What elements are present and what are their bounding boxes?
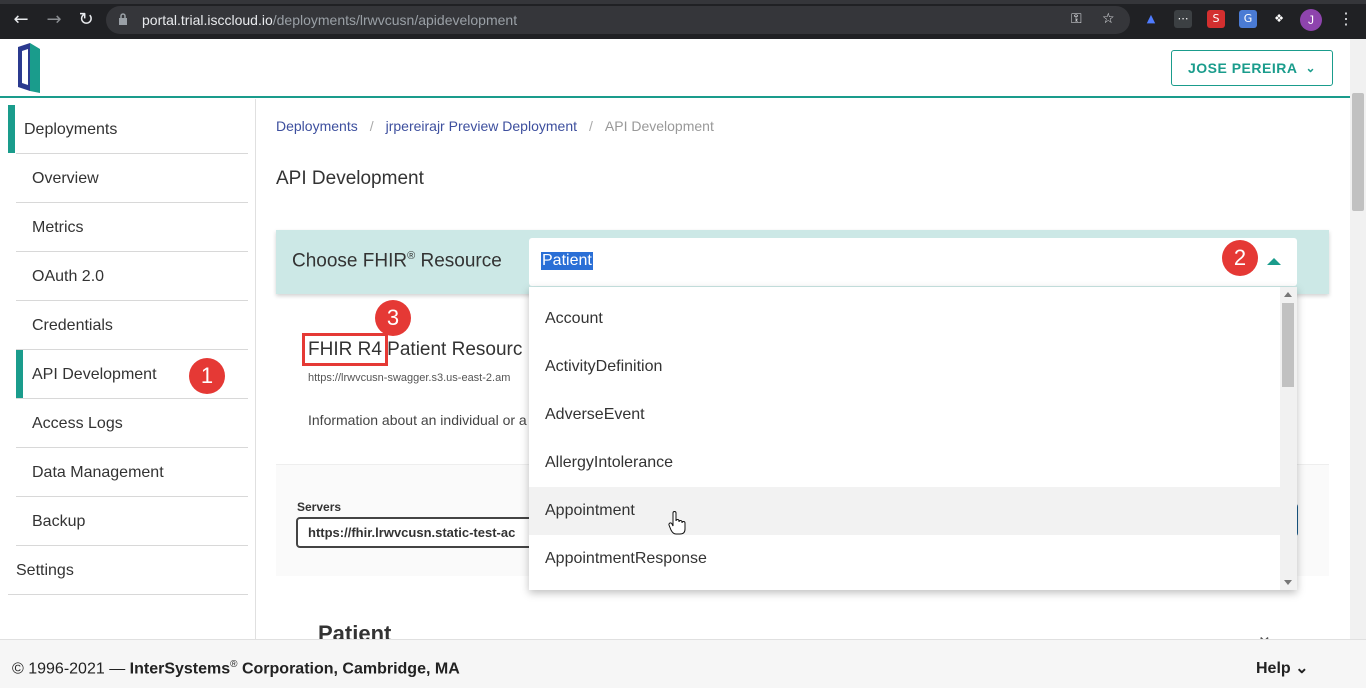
resource-description: Information about an individual or a (308, 412, 527, 428)
divider (16, 447, 248, 448)
dropdown-option[interactable]: Account (529, 295, 1280, 343)
sidebar-item-backup[interactable]: Backup (32, 513, 85, 531)
divider (16, 349, 248, 350)
breadcrumb: Deployments / jrpereirajr Preview Deployme… (276, 118, 714, 134)
resource-chooser: Choose FHIR® Resource Patient (276, 230, 1329, 294)
sidebar-item-overview[interactable]: Overview (32, 170, 99, 188)
page-scrollbar[interactable] (1350, 39, 1366, 639)
chevron-down-icon: ⌄ (1305, 61, 1317, 75)
divider (8, 594, 248, 595)
extension-dots-icon[interactable]: ⋯ (1174, 10, 1192, 28)
breadcrumb-deployments[interactable]: Deployments (276, 118, 358, 134)
sidebar-item-settings[interactable]: Settings (16, 562, 74, 580)
hand-cursor-icon (668, 511, 686, 535)
address-bar[interactable]: portal.trial.isccloud.io/deployments/lrw… (106, 6, 1130, 34)
resource-select-value[interactable]: Patient (541, 252, 593, 270)
browser-menu-icon[interactable]: ⋮ (1338, 9, 1354, 31)
extension-s-icon[interactable]: S (1207, 10, 1225, 28)
sidebar-item-credentials[interactable]: Credentials (32, 317, 113, 335)
footer: © 1996-2021 — InterSystems® Corporation,… (0, 639, 1366, 688)
back-icon[interactable]: ← (10, 9, 32, 31)
copyright: © 1996-2021 — InterSystems® Corporation,… (12, 659, 460, 678)
divider (16, 202, 248, 203)
star-icon[interactable]: ☆ (1102, 11, 1115, 27)
breadcrumb-current: API Development (604, 118, 714, 134)
dropdown-option[interactable]: AdverseEvent (529, 391, 1280, 439)
dropdown-scrollbar[interactable] (1280, 287, 1297, 590)
dropdown-option[interactable]: AllergyIntolerance (529, 439, 1280, 487)
scroll-down-icon[interactable] (1284, 580, 1292, 585)
profile-avatar[interactable]: J (1300, 9, 1322, 31)
resource-select[interactable]: Patient (529, 238, 1297, 286)
sidebar-item-metrics[interactable]: Metrics (32, 219, 84, 237)
divider (16, 251, 248, 252)
lock-icon (119, 13, 127, 25)
page-title: API Development (276, 168, 424, 189)
chevron-down-icon[interactable]: ⌄ (1256, 623, 1273, 639)
breadcrumb-separator: / (589, 118, 593, 134)
dropdown-option[interactable]: AppointmentResponse (529, 535, 1280, 583)
help-menu[interactable]: Help ⌄ (1256, 658, 1309, 678)
divider (16, 545, 248, 546)
breadcrumb-deployment[interactable]: jrpereirajr Preview Deployment (386, 118, 577, 134)
caret-up-icon[interactable] (1267, 258, 1281, 265)
scroll-up-icon[interactable] (1284, 292, 1292, 297)
dropdown-option[interactable]: ActivityDefinition (529, 343, 1280, 391)
servers-label: Servers (297, 500, 342, 514)
fhir-version-highlight: FHIR R4 (302, 333, 388, 366)
callout-badge-1: 1 (189, 358, 225, 394)
forward-icon[interactable]: → (43, 9, 65, 31)
app-header: JOSE PEREIRA ⌄ (0, 39, 1350, 98)
divider (16, 496, 248, 497)
page-scrollbar-thumb[interactable] (1352, 93, 1364, 211)
resource-title: FHIR R4 Patient Resourc (302, 333, 523, 366)
user-name: JOSE PEREIRA (1187, 60, 1298, 76)
url-text: portal.trial.isccloud.io/deployments/lrw… (142, 12, 518, 28)
puzzle-icon[interactable]: ❖ (1270, 10, 1288, 28)
resource-chooser-label: Choose FHIR® Resource (292, 250, 502, 272)
deployments-active-bar (8, 105, 15, 153)
sidebar-item-data-management[interactable]: Data Management (32, 464, 164, 482)
callout-badge-3: 3 (375, 300, 411, 336)
swagger-url[interactable]: https://lrwvcusn-swagger.s3.us-east-2.am (308, 372, 510, 384)
translate-icon[interactable]: G (1239, 10, 1257, 28)
sidebar-item-deployments[interactable]: Deployments (24, 121, 117, 139)
callout-badge-2: 2 (1222, 240, 1258, 276)
reload-icon[interactable]: ↻ (75, 9, 97, 31)
chevron-down-icon: ⌄ (1295, 660, 1309, 677)
tab-strip (0, 0, 1366, 4)
scrollbar-thumb[interactable] (1282, 303, 1294, 387)
intersystems-logo[interactable] (16, 41, 42, 95)
api-development-active-bar (16, 350, 23, 398)
resource-dropdown-list: Account ActivityDefinition AdverseEvent … (529, 287, 1297, 590)
divider (16, 398, 248, 399)
key-icon[interactable]: ⚿ (1071, 11, 1082, 27)
extension-arrow-icon[interactable]: ▲ (1142, 10, 1160, 28)
divider (16, 153, 248, 154)
sidebar-item-api-development[interactable]: API Development (32, 366, 157, 384)
breadcrumb-separator: / (369, 118, 374, 134)
sidebar-item-access-logs[interactable]: Access Logs (32, 415, 123, 433)
divider (16, 300, 248, 301)
section-title[interactable]: Patient (318, 621, 391, 639)
browser-toolbar: ← → ↻ portal.trial.isccloud.io/deploymen… (0, 0, 1366, 39)
sidebar-item-oauth[interactable]: OAuth 2.0 (32, 268, 104, 286)
dropdown-option-hovered[interactable]: Appointment (529, 487, 1280, 535)
user-menu-button[interactable]: JOSE PEREIRA ⌄ (1171, 50, 1333, 86)
